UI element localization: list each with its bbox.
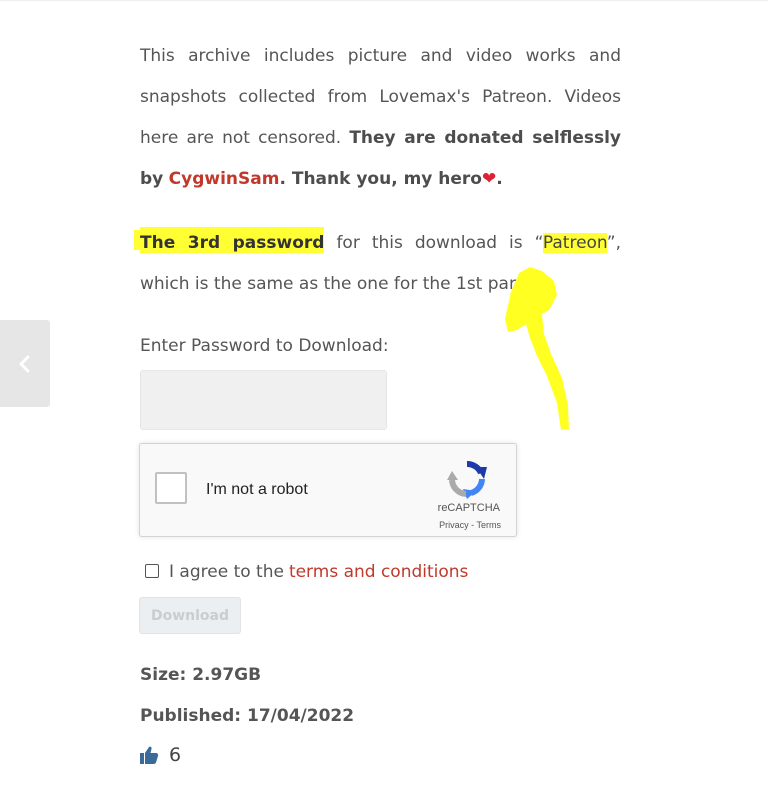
intro-paragraph: This archive includes picture and video … — [140, 36, 621, 200]
captcha-checkbox[interactable] — [155, 472, 187, 504]
download-button[interactable]: Download — [139, 597, 241, 634]
captcha-links: Privacy - Terms — [439, 520, 501, 530]
chevron-left-icon — [19, 355, 30, 372]
published-date: Published: 17/04/2022 — [140, 706, 355, 726]
password-input[interactable] — [140, 370, 387, 430]
agree-terms-row: I agree to the terms and conditions — [145, 562, 468, 582]
thumbs-up-icon — [140, 746, 159, 764]
donor-link[interactable]: CygwinSam — [169, 169, 280, 189]
captcha-link-separator: - — [468, 520, 477, 530]
top-divider — [0, 0, 768, 1]
likes-count: 6 — [169, 744, 182, 766]
password-highlight: The 3rd password — [140, 233, 325, 253]
thanks-text: . Thank you, my hero — [279, 169, 482, 189]
captcha-label: I'm not a robot — [206, 481, 308, 498]
likes-counter[interactable]: 6 — [139, 744, 181, 766]
password-label: Enter Password to Download: — [140, 336, 389, 356]
arrow-up-annotation — [505, 267, 569, 430]
intro-period: . — [496, 169, 503, 189]
terms-link[interactable]: terms and conditions — [289, 562, 468, 582]
previous-post-button[interactable] — [0, 320, 50, 407]
captcha-terms-link[interactable]: Terms — [477, 520, 502, 530]
agree-checkbox[interactable] — [145, 564, 159, 578]
password-value-highlight: Patreon — [542, 233, 607, 253]
password-text: for this download is “ — [324, 233, 543, 253]
captcha-brand: reCAPTCHA — [437, 502, 500, 514]
heart-icon: ❤ — [482, 169, 497, 189]
file-size: Size: 2.97GB — [140, 665, 262, 685]
recaptcha-widget: I'm not a robot reCAPTCHA Privacy - Term… — [139, 443, 517, 537]
recaptcha-logo-icon — [447, 461, 487, 499]
captcha-privacy-link[interactable]: Privacy — [439, 520, 469, 530]
agree-text: I agree to the — [169, 562, 284, 582]
